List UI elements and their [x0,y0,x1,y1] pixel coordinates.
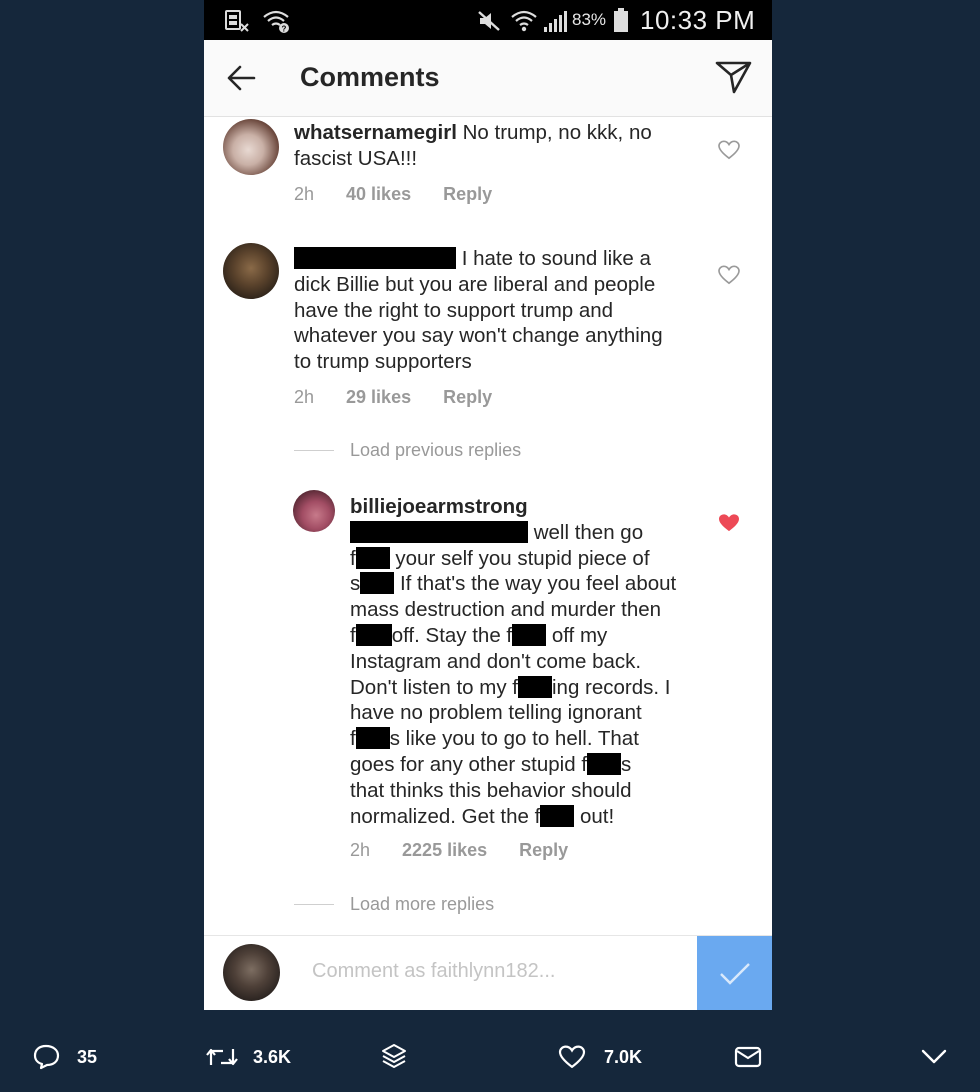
redacted-username [294,247,456,269]
load-previous-label[interactable]: Load previous replies [350,440,521,461]
post-comment-button[interactable] [697,936,772,1010]
reply-line: Don't listen to my f ing records. I [350,675,671,699]
comment-meta: 2h 29 likes Reply [294,387,524,408]
envelope-icon [734,1046,762,1068]
reply-bubble-icon [33,1044,60,1070]
reply-line: f your self you stupid piece of [350,546,650,570]
like-heart-icon[interactable] [718,140,740,160]
redacted-word [355,727,390,750]
comment-line: whatever you say won't change anything [294,324,663,348]
comment-time: 2h [294,184,315,204]
reply-button[interactable]: Reply [443,387,492,407]
redacted-word [360,572,395,595]
reply-button[interactable]: Reply [443,184,492,204]
reply-line: mass destruction and murder then [350,598,662,622]
redacted-word [512,623,547,646]
comment-text: I hate to sound like a dick Billie but y… [294,246,714,375]
load-more-label[interactable]: Load more replies [350,894,494,915]
redacted-username [350,520,528,543]
redacted-word [517,675,552,698]
chevron-down-icon [921,1049,947,1064]
comment-line: have the right to support trump and [294,298,614,322]
page-title: Comments [300,62,440,92]
redacted-word [540,804,575,827]
wifi-question-icon: ? [263,10,289,34]
reply-line: fs like you to go to hell. That [350,727,639,751]
avatar[interactable] [293,490,335,532]
comment-meta: 2h 40 likes Reply [294,184,524,205]
redacted-word [587,752,622,775]
reply-line: Instagram and don't come back. [350,649,642,673]
like-heart-icon [558,1045,586,1069]
comment-input[interactable]: Comment as faithlynn182... [312,960,555,983]
reply-count: 35 [77,1047,98,1067]
reply-username[interactable]: billiejoearmstrong [350,494,710,520]
avatar[interactable] [223,243,279,299]
wifi-icon [511,10,537,32]
comment-line: dick Billie but you are liberal and peop… [294,272,656,296]
redacted-word [355,623,392,646]
retweet-icon [206,1048,238,1066]
reply-likes[interactable]: 2225 likes [402,840,487,860]
comment-item: whatsernamegirl No trump, no kkk, no fas… [204,116,772,226]
signal-icon [544,11,567,32]
reply-line: goes for any other stupid fs [350,752,632,776]
comment-item: I hate to sound like a dick Billie but y… [204,242,772,418]
reply-line: well then go [350,520,710,546]
reply-line: normalized. Get the f out! [350,804,615,828]
comment-time: 2h [294,387,315,407]
clock-time: 10:33 PM [640,5,756,35]
comment-line: I hate to sound like a [461,247,651,270]
comment-likes[interactable]: 29 likes [346,387,411,407]
load-more-replies[interactable]: Load more replies [294,894,594,918]
redacted-word [355,546,390,569]
divider-line [294,450,334,451]
comments-header: Comments [204,40,772,117]
reply-line: s If that's the way you feel about [350,572,677,596]
reply-line: have no problem telling ignorant [350,701,642,725]
reply-time: 2h [350,840,371,860]
reply-line: f off. Stay the f off my [350,623,608,647]
mute-icon [478,11,500,31]
current-user-avatar [223,944,280,1001]
reply-text: billiejoearmstrong well then go f your s… [350,494,710,829]
reply-line: that thinks this behavior should [350,778,632,802]
send-direct-icon[interactable] [714,58,754,96]
avatar[interactable] [223,119,279,175]
retweet-count: 3.6K [253,1047,292,1067]
comment-composer: Comment as faithlynn182... [204,935,772,1010]
status-bar: ? 83% 10:33 PM [204,0,772,40]
battery-icon [614,8,628,32]
comment-username[interactable]: whatsernamegirl [294,121,457,144]
reply-meta: 2h 2225 likes Reply [350,840,600,861]
comment-likes[interactable]: 40 likes [346,184,411,204]
battery-percent: 83% [572,10,607,29]
like-count: 7.0K [604,1047,643,1067]
like-heart-icon[interactable] [718,265,740,285]
divider-line [294,904,334,905]
reply-button[interactable]: Reply [519,840,568,860]
checkmark-icon [720,963,750,985]
comment-text: whatsernamegirl No trump, no kkk, no fas… [294,120,694,172]
svg-text:?: ? [282,25,287,34]
instagram-screenshot: ? 83% 10:33 PM Comments whatsernamegirl … [204,0,772,1010]
tweet-action-bar: 35 3.6K 7.0K [0,1024,980,1088]
layers-icon [382,1044,406,1068]
comment-line: to trump supporters [294,350,472,374]
load-previous-replies[interactable]: Load previous replies [294,440,594,464]
reply-item: billiejoearmstrong well then go f your s… [204,490,772,870]
liked-heart-icon[interactable] [718,513,740,533]
back-arrow-icon[interactable] [226,64,256,92]
sim-card-icon [225,10,249,32]
